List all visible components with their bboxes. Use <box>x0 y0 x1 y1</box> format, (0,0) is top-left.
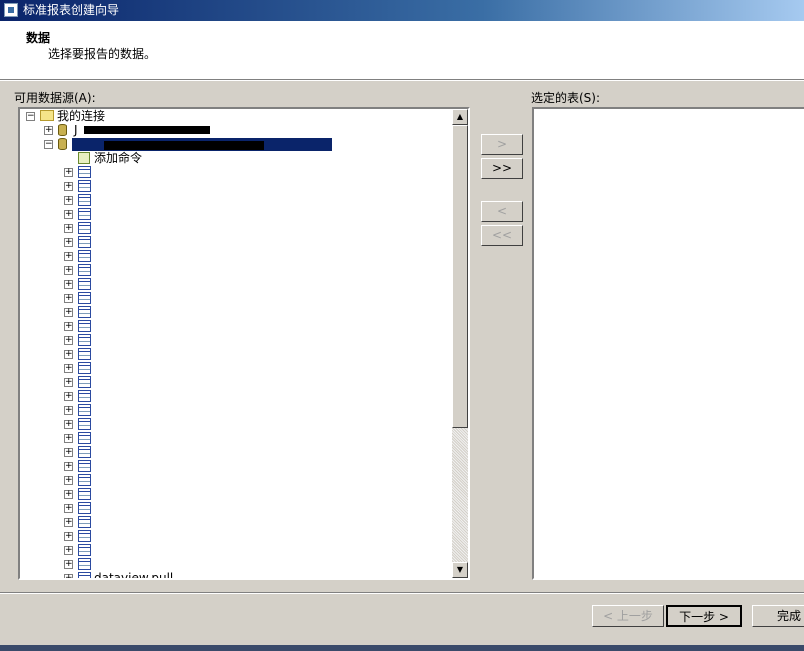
table-icon <box>78 166 91 178</box>
window-title: 标准报表创建向导 <box>23 3 120 17</box>
table-icon <box>78 236 91 248</box>
table-icon <box>78 292 91 304</box>
expand-icon[interactable]: + <box>64 518 73 527</box>
page-subtitle: 选择要报告的数据。 <box>48 47 157 61</box>
redaction-mark <box>104 141 264 150</box>
table-icon <box>78 544 91 556</box>
scroll-thumb[interactable] <box>452 125 468 428</box>
table-icon <box>78 404 91 416</box>
table-icon <box>78 250 91 262</box>
expand-icon[interactable]: + <box>64 224 73 233</box>
expand-icon[interactable]: + <box>44 126 53 135</box>
table-icon <box>78 530 91 542</box>
redaction-mark <box>84 126 210 134</box>
table-icon <box>78 418 91 430</box>
add-all-button[interactable]: >> <box>481 158 523 179</box>
finish-button[interactable]: 完成 <box>752 605 804 627</box>
remove-button[interactable]: < <box>481 201 523 222</box>
expand-icon[interactable]: + <box>64 476 73 485</box>
table-icon <box>78 558 91 570</box>
table-icon <box>78 334 91 346</box>
table-icon <box>78 278 91 290</box>
folder-icon <box>40 110 54 121</box>
footer-separator-light <box>0 593 804 594</box>
expand-icon[interactable]: + <box>64 196 73 205</box>
expand-icon[interactable]: + <box>64 574 73 578</box>
add-button[interactable]: > <box>481 134 523 155</box>
app-icon <box>4 3 18 17</box>
next-button[interactable]: 下一步 > <box>666 605 742 627</box>
expand-icon[interactable]: + <box>64 434 73 443</box>
expand-icon[interactable]: + <box>64 378 73 387</box>
table-icon <box>78 460 91 472</box>
collapse-icon[interactable]: − <box>26 112 35 121</box>
table-icon <box>78 432 91 444</box>
expand-icon[interactable]: + <box>64 364 73 373</box>
table-icon <box>78 516 91 528</box>
database-icon <box>58 124 67 136</box>
expand-icon[interactable]: + <box>64 252 73 261</box>
remove-all-button[interactable]: << <box>481 225 523 246</box>
scroll-up-button[interactable]: ▲ <box>452 109 468 125</box>
expand-icon[interactable]: + <box>64 462 73 471</box>
expand-icon[interactable]: + <box>64 308 73 317</box>
table-icon <box>78 320 91 332</box>
table-icon <box>78 180 91 192</box>
page-title: 数据 <box>26 31 51 45</box>
add-command-icon <box>78 152 90 164</box>
table-icon <box>78 390 91 402</box>
table-icon <box>78 194 91 206</box>
expand-icon[interactable]: + <box>64 504 73 513</box>
tree-node-label: J <box>74 123 78 137</box>
tree-content: − 我的连接 + J − 添加命令 + + + + + + + + + + + + + + + + + + + + + +… <box>20 109 454 578</box>
datasource-tree[interactable]: − 我的连接 + J − 添加命令 + + + + + + + + + + + + + + + + + + + + + +… <box>18 107 470 580</box>
expand-icon[interactable]: + <box>64 532 73 541</box>
table-icon <box>78 306 91 318</box>
table-icon <box>78 488 91 500</box>
table-icon <box>78 474 91 486</box>
header-separator <box>0 80 804 81</box>
expand-icon[interactable]: + <box>64 546 73 555</box>
table-icon <box>78 348 91 360</box>
expand-icon[interactable]: + <box>64 168 73 177</box>
tree-vertical-scrollbar[interactable]: ▲ ▼ <box>452 109 468 578</box>
collapse-icon[interactable]: − <box>44 140 53 149</box>
expand-icon[interactable]: + <box>64 238 73 247</box>
expand-icon[interactable]: + <box>64 420 73 429</box>
table-icon <box>78 264 91 276</box>
table-icon <box>78 222 91 234</box>
table-icon <box>78 362 91 374</box>
expand-icon[interactable]: + <box>64 182 73 191</box>
expand-icon[interactable]: + <box>64 490 73 499</box>
selected-tables-label: 选定的表(S): <box>531 91 601 105</box>
scroll-down-button[interactable]: ▼ <box>452 562 468 578</box>
back-button[interactable]: < 上一步 <box>592 605 664 627</box>
expand-icon[interactable]: + <box>64 294 73 303</box>
tree-node-label: 我的连接 <box>57 109 106 123</box>
table-icon <box>78 208 91 220</box>
title-bar: 标准报表创建向导 <box>0 0 804 21</box>
expand-icon[interactable]: + <box>64 406 73 415</box>
tree-node-label: dataview.pull <box>94 571 174 578</box>
database-icon <box>58 138 67 150</box>
expand-icon[interactable]: + <box>64 350 73 359</box>
selected-tables-list[interactable] <box>532 107 804 580</box>
expand-icon[interactable]: + <box>64 392 73 401</box>
expand-icon[interactable]: + <box>64 560 73 569</box>
expand-icon[interactable]: + <box>64 280 73 289</box>
expand-icon[interactable]: + <box>64 266 73 275</box>
available-datasources-label: 可用数据源(A): <box>14 91 96 105</box>
expand-icon[interactable]: + <box>64 210 73 219</box>
table-icon <box>78 376 91 388</box>
taskbar-edge <box>0 645 804 651</box>
expand-icon[interactable]: + <box>64 336 73 345</box>
expand-icon[interactable]: + <box>64 322 73 331</box>
table-icon <box>78 502 91 514</box>
wizard-header: 数据 选择要报告的数据。 <box>0 21 804 80</box>
table-icon <box>78 572 91 578</box>
tree-node-label: 添加命令 <box>94 151 143 165</box>
table-icon <box>78 446 91 458</box>
expand-icon[interactable]: + <box>64 448 73 457</box>
